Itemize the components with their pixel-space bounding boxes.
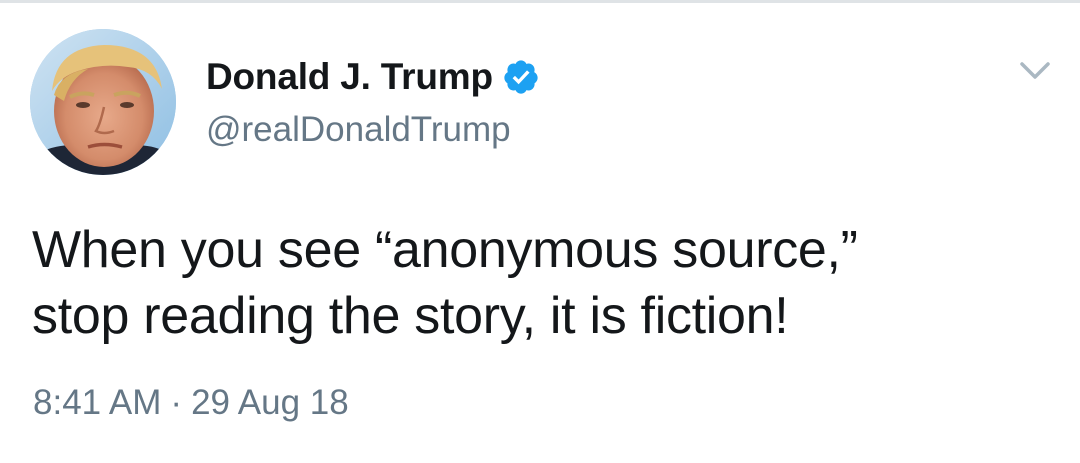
timestamp[interactable]: 8:41 AM · 29 Aug 18 — [33, 383, 349, 423]
avatar[interactable] — [30, 29, 176, 175]
timestamp-separator: · — [170, 383, 183, 422]
display-name-row: Donald J. Trump — [206, 52, 540, 102]
display-name[interactable]: Donald J. Trump — [206, 56, 493, 98]
profile-photo-icon — [30, 29, 176, 175]
tweet-time: 8:41 AM — [33, 383, 162, 422]
verified-badge-icon — [502, 58, 540, 96]
tweet-text-line: stop reading the story, it is fiction! — [32, 287, 789, 345]
user-handle[interactable]: @realDonaldTrump — [206, 110, 511, 150]
tweet-date: 29 Aug 18 — [191, 383, 349, 422]
tweet-text: When you see “anonymous source,” stop re… — [32, 217, 1052, 349]
tweet-text-line: When you see “anonymous source,” — [32, 221, 858, 279]
tweet-card: Donald J. Trump @realDonaldTrump When yo… — [0, 0, 1080, 463]
chevron-down-icon[interactable] — [1016, 58, 1054, 84]
